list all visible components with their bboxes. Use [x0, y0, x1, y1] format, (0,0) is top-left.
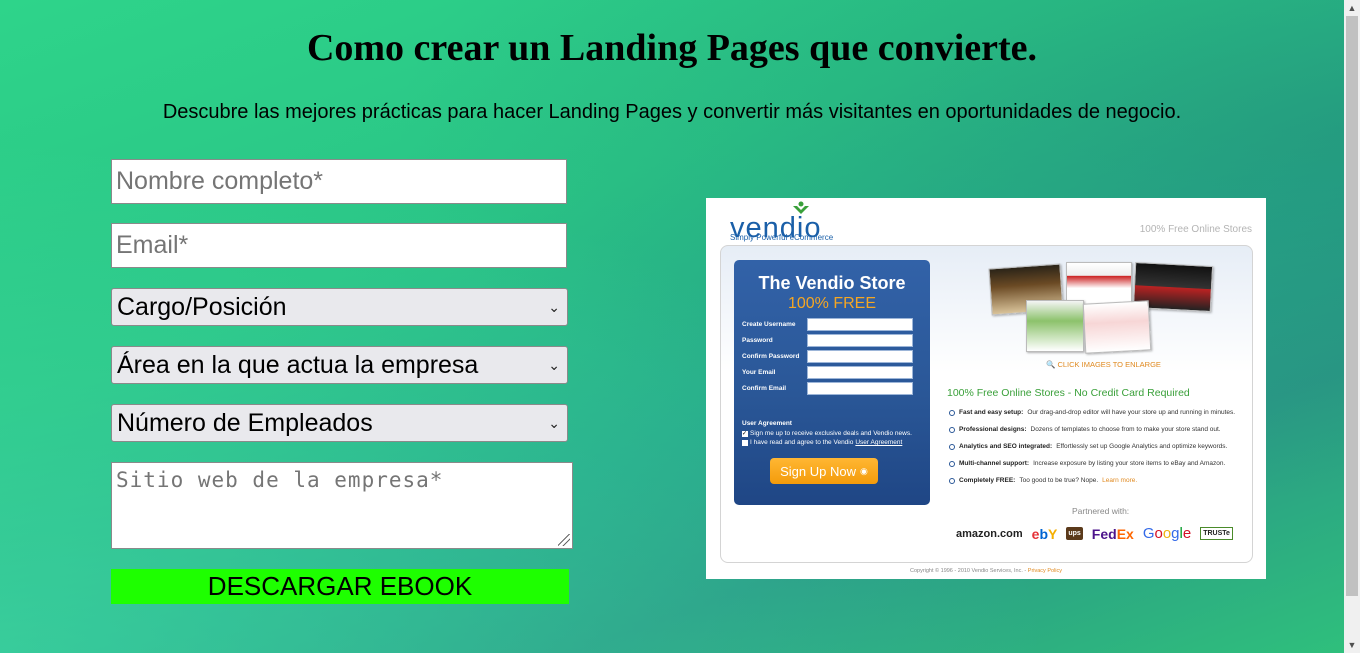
vendio-signup-box: The Vendio Store 100% FREE Create Userna… — [734, 260, 930, 505]
chevron-down-icon: ⌄ — [548, 414, 560, 431]
signup-field-label: Confirm Password — [742, 353, 800, 360]
signup-field-label: Password — [742, 337, 773, 344]
signup-field-box — [807, 350, 913, 363]
arrow-circle-icon: ◉ — [860, 465, 868, 476]
feature-item: Professional designs: Dozens of templates… — [949, 426, 1221, 433]
signup-field-box — [807, 318, 913, 331]
click-images-note: 🔍 CLICK IMAGES TO ENLARGE — [1046, 360, 1161, 369]
signup-button-label: Sign Up Now — [780, 463, 856, 479]
bullet-icon — [949, 443, 955, 450]
position-select-value: Cargo/Posición — [117, 292, 287, 321]
scroll-down-arrow-icon[interactable]: ▼ — [1344, 637, 1360, 653]
signup-field-label: Confirm Email — [742, 385, 787, 392]
vendio-logo-subtitle: Simply Powerful eCommerce — [730, 233, 834, 242]
vendio-store-image: vendio Simply Powerful eCommerce 100% Fr… — [706, 198, 1266, 579]
vendio-copyright: Copyright © 1996 - 2010 Vendio Services,… — [909, 568, 1063, 574]
user-agreement-label: User Agreement — [742, 420, 792, 427]
scrollbar-thumb[interactable] — [1346, 16, 1358, 596]
employees-select-value: Número de Empleados — [117, 408, 373, 437]
feature-item: Completely FREE: Too good to be true? Nop… — [949, 477, 1137, 484]
partner-logos: amazon.com ebY ups FedEx Google TRUSTe — [956, 525, 1233, 542]
company-website-textarea[interactable]: Sitio web de la empresa* — [111, 462, 573, 549]
vendio-tagline: 100% Free Online Stores — [1139, 224, 1252, 235]
signup-field-label: Create Username — [742, 321, 796, 328]
company-website-placeholder: Sitio web de la empresa* — [116, 468, 444, 492]
thumbnail — [1082, 300, 1152, 354]
signup-field-label: Your Email — [742, 369, 776, 376]
click-images-text: CLICK IMAGES TO ENLARGE — [1057, 360, 1161, 369]
feature-item: Multi-channel support: Increase exposure … — [949, 460, 1225, 467]
signup-field-box — [807, 334, 913, 347]
store-thumbnails — [988, 260, 1258, 360]
position-select[interactable]: Cargo/Posición ⌄ — [111, 288, 568, 326]
feature-item: Fast and easy setup: Our drag-and-drop ed… — [949, 409, 1235, 416]
chevron-down-icon: ⌄ — [548, 356, 560, 373]
chevron-down-icon: ⌄ — [548, 298, 560, 315]
checkbox-icon — [742, 439, 748, 446]
ebay-logo: ebY — [1031, 525, 1058, 542]
full-name-placeholder: Nombre completo* — [116, 167, 324, 195]
scroll-up-arrow-icon[interactable]: ▲ — [1344, 0, 1360, 16]
truste-logo: TRUSTe — [1200, 527, 1233, 540]
bullet-icon — [949, 426, 955, 433]
download-ebook-button[interactable]: DESCARGAR EBOOK — [111, 569, 569, 604]
user-agreement-link: User Agreement — [855, 439, 903, 446]
page-title: Como crear un Landing Pages que conviert… — [306, 27, 1038, 69]
google-logo: Google — [1142, 525, 1192, 542]
fedex-logo: FedEx — [1091, 525, 1134, 542]
partnered-with-label: Partnered with: — [1072, 506, 1130, 516]
vendio-headline: 100% Free Online Stores - No Credit Card… — [947, 387, 1190, 399]
bullet-icon — [949, 460, 955, 467]
signup-title: The Vendio Store — [758, 273, 906, 293]
bullet-icon — [949, 409, 955, 416]
thumbnail — [1026, 300, 1084, 352]
checkbox-label: I have read and agree to the Vendio — [750, 439, 854, 446]
ups-logo: ups — [1066, 527, 1083, 540]
signup-field-box — [807, 382, 913, 395]
company-area-select-value: Área en la que actua la empresa — [117, 350, 479, 379]
email-input[interactable]: Email* — [111, 223, 567, 268]
company-area-select[interactable]: Área en la que actua la empresa ⌄ — [111, 346, 568, 384]
vendio-figure-icon — [793, 201, 809, 214]
feature-item: Analytics and SEO integrated: Effortlessl… — [949, 443, 1227, 450]
amazon-logo: amazon.com — [956, 527, 1023, 540]
signup-field-box — [807, 366, 913, 379]
vendio-signup-button: Sign Up Now ◉ — [770, 458, 878, 484]
checkbox-checked-icon: ✓ — [742, 430, 748, 437]
bullet-icon — [949, 477, 955, 484]
vertical-scrollbar[interactable]: ▲ ▼ — [1344, 0, 1360, 653]
resize-handle-icon[interactable] — [558, 534, 570, 546]
full-name-input[interactable]: Nombre completo* — [111, 159, 567, 204]
signup-checkbox-row: ✓ Sign me up to receive exclusive deals … — [742, 430, 912, 437]
page-subtitle: Descubre las mejores prácticas para hace… — [162, 101, 1182, 123]
employees-select[interactable]: Número de Empleados ⌄ — [111, 404, 568, 442]
email-placeholder: Email* — [116, 231, 189, 259]
signup-checkbox-row: I have read and agree to the Vendio User… — [742, 439, 902, 446]
checkbox-label: Sign me up to receive exclusive deals an… — [750, 430, 912, 437]
signup-free: 100% FREE — [787, 295, 877, 312]
